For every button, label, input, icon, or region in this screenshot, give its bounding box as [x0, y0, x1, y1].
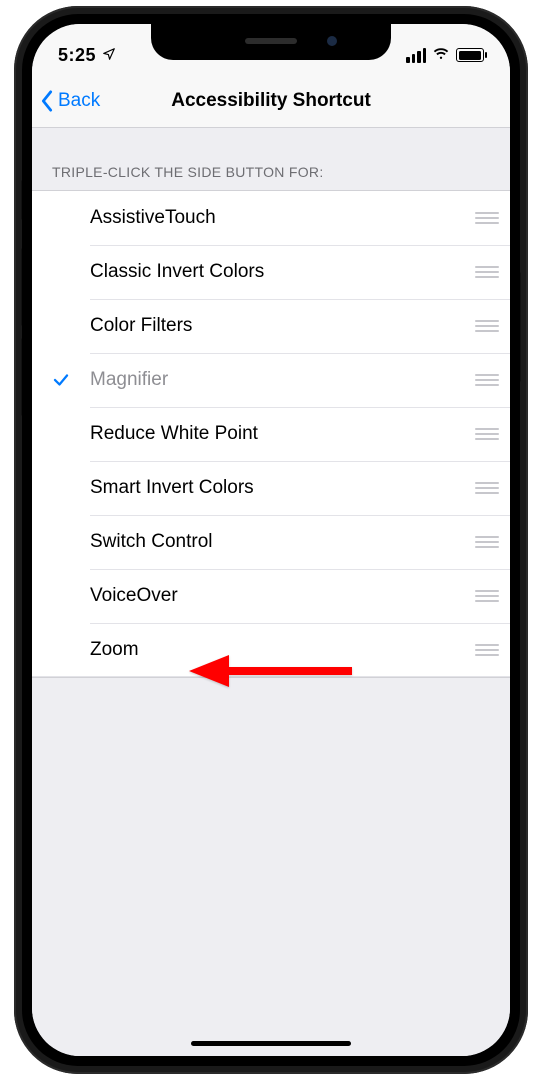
cellular-signal-icon: [406, 48, 426, 63]
status-time: 5:25: [58, 45, 96, 66]
reorder-handle-icon[interactable]: [464, 569, 510, 623]
location-icon: [102, 45, 116, 66]
option-row[interactable]: Switch Control: [32, 515, 510, 569]
battery-icon: [456, 48, 484, 62]
option-row[interactable]: VoiceOver: [32, 569, 510, 623]
option-row[interactable]: Reduce White Point: [32, 407, 510, 461]
option-label: Reduce White Point: [90, 423, 464, 445]
option-row[interactable]: Classic Invert Colors: [32, 245, 510, 299]
reorder-handle-icon[interactable]: [464, 461, 510, 515]
phone-frame: 5:25: [14, 6, 528, 1074]
option-label: AssistiveTouch: [90, 207, 464, 229]
reorder-handle-icon[interactable]: [464, 407, 510, 461]
option-row[interactable]: Magnifier: [32, 353, 510, 407]
option-label: VoiceOver: [90, 585, 464, 607]
option-label: Classic Invert Colors: [90, 261, 464, 283]
option-row[interactable]: AssistiveTouch: [32, 191, 510, 245]
empty-area: [32, 678, 510, 1056]
option-row[interactable]: Smart Invert Colors: [32, 461, 510, 515]
home-indicator[interactable]: [191, 1041, 351, 1046]
checkmark-icon: [52, 371, 70, 389]
back-button[interactable]: Back: [40, 74, 100, 127]
speaker-grille: [245, 38, 297, 44]
nav-bar: Back Accessibility Shortcut: [32, 74, 510, 128]
reorder-handle-icon[interactable]: [464, 191, 510, 245]
checkmark-slot: [32, 371, 90, 389]
wifi-icon: [432, 44, 450, 67]
page-title: Accessibility Shortcut: [171, 90, 371, 112]
reorder-handle-icon[interactable]: [464, 353, 510, 407]
reorder-handle-icon[interactable]: [464, 515, 510, 569]
option-label: Color Filters: [90, 315, 464, 337]
option-row[interactable]: Zoom: [32, 623, 510, 677]
option-label: Zoom: [90, 639, 464, 661]
option-label: Switch Control: [90, 531, 464, 553]
reorder-handle-icon[interactable]: [464, 245, 510, 299]
reorder-handle-icon[interactable]: [464, 299, 510, 353]
back-label: Back: [58, 90, 100, 112]
reorder-handle-icon[interactable]: [464, 623, 510, 676]
notch: [151, 24, 391, 60]
chevron-left-icon: [40, 90, 54, 112]
separator: [90, 676, 510, 677]
section-header: TRIPLE-CLICK THE SIDE BUTTON FOR:: [32, 128, 510, 190]
option-row[interactable]: Color Filters: [32, 299, 510, 353]
option-label: Smart Invert Colors: [90, 477, 464, 499]
options-list: AssistiveTouch Classic Invert Colors Color…: [32, 190, 510, 678]
front-camera: [327, 36, 337, 46]
option-label: Magnifier: [90, 369, 464, 391]
